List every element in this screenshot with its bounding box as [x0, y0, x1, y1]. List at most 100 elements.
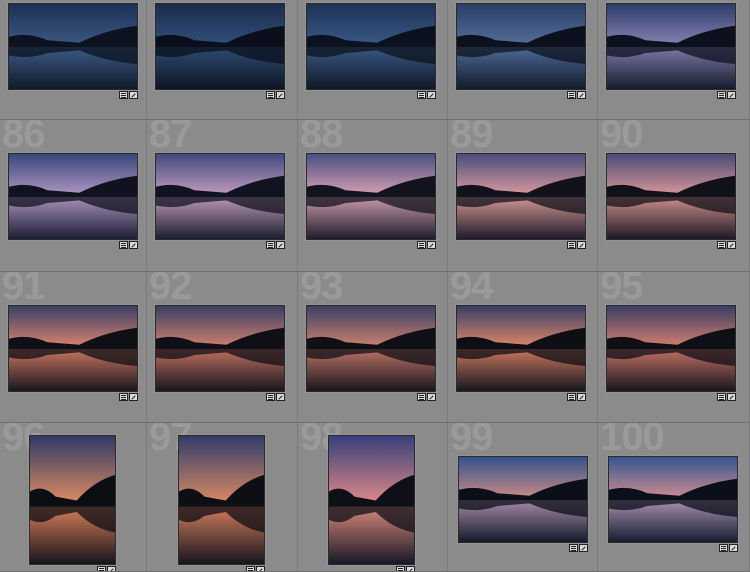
- develop-adjusted-badge-icon[interactable]: [129, 241, 138, 249]
- photo-thumbnail[interactable]: [458, 456, 588, 543]
- photo-cell[interactable]: 96: [0, 423, 147, 572]
- photo-cell[interactable]: [448, 0, 598, 120]
- photo-cell[interactable]: 97: [147, 423, 298, 572]
- develop-adjusted-badge-icon[interactable]: [129, 393, 138, 401]
- photo-cell[interactable]: 88: [298, 120, 448, 272]
- cell-index-number: 91: [2, 272, 45, 308]
- develop-adjusted-badge-icon[interactable]: [577, 91, 586, 99]
- metadata-badge-icon[interactable]: [245, 566, 255, 571]
- thumbnail-badges: [266, 393, 285, 401]
- metadata-badge-icon[interactable]: [569, 544, 578, 552]
- photo-thumbnail[interactable]: [155, 153, 285, 240]
- photo-cell[interactable]: 93: [298, 272, 448, 423]
- metadata-badge-icon[interactable]: [266, 241, 275, 249]
- metadata-badge-icon[interactable]: [119, 91, 128, 99]
- metadata-badge-icon[interactable]: [396, 566, 405, 571]
- photo-cell[interactable]: 98: [298, 423, 448, 572]
- photo-cell[interactable]: [298, 0, 448, 120]
- photo-thumbnail[interactable]: [155, 3, 285, 90]
- metadata-badge-icon[interactable]: [717, 91, 726, 99]
- metadata-badge-icon[interactable]: [717, 393, 726, 401]
- photo-thumbnail[interactable]: [456, 3, 586, 90]
- metadata-badge-icon[interactable]: [719, 544, 728, 552]
- thumbnail-badges: [245, 566, 265, 571]
- thumbnail-badges: [417, 91, 436, 99]
- develop-adjusted-badge-icon[interactable]: [427, 91, 436, 99]
- develop-adjusted-badge-icon[interactable]: [577, 393, 586, 401]
- photo-thumbnail[interactable]: [456, 153, 586, 240]
- photo-thumbnail[interactable]: [306, 153, 436, 240]
- photo-thumbnail[interactable]: [608, 456, 738, 543]
- thumbnail-badges: [719, 544, 738, 552]
- metadata-badge-icon[interactable]: [417, 393, 426, 401]
- develop-adjusted-badge-icon[interactable]: [406, 566, 415, 571]
- metadata-badge-icon[interactable]: [567, 393, 576, 401]
- cell-index-number: 90: [600, 120, 643, 156]
- thumbnail-badges: [717, 91, 736, 99]
- develop-adjusted-badge-icon[interactable]: [276, 91, 285, 99]
- photo-thumbnail[interactable]: [155, 305, 285, 392]
- cell-index-number: 88: [300, 120, 343, 156]
- photo-cell[interactable]: 92: [147, 272, 298, 423]
- develop-adjusted-badge-icon[interactable]: [427, 241, 436, 249]
- thumbnail-badges: [567, 241, 586, 249]
- metadata-badge-icon[interactable]: [417, 241, 426, 249]
- thumbnail-badges: [119, 241, 138, 249]
- metadata-badge-icon[interactable]: [717, 241, 726, 249]
- photo-cell[interactable]: 95: [598, 272, 750, 423]
- photo-thumbnail[interactable]: [8, 153, 138, 240]
- develop-adjusted-badge-icon[interactable]: [727, 91, 736, 99]
- develop-adjusted-badge-icon[interactable]: [727, 241, 736, 249]
- photo-thumbnail[interactable]: [306, 305, 436, 392]
- develop-adjusted-badge-icon[interactable]: [727, 393, 736, 401]
- photo-cell[interactable]: 99: [448, 423, 598, 572]
- metadata-badge-icon[interactable]: [567, 241, 576, 249]
- metadata-badge-icon[interactable]: [119, 241, 128, 249]
- develop-adjusted-badge-icon[interactable]: [579, 544, 588, 552]
- metadata-badge-icon[interactable]: [266, 91, 275, 99]
- photo-cell[interactable]: 87: [147, 120, 298, 272]
- thumbnail-badges: [266, 241, 285, 249]
- photo-thumbnail[interactable]: [606, 153, 736, 240]
- metadata-badge-icon[interactable]: [567, 91, 576, 99]
- photo-thumbnail[interactable]: [8, 3, 138, 90]
- photo-cell[interactable]: 89: [448, 120, 598, 272]
- metadata-badge-icon[interactable]: [96, 566, 106, 571]
- metadata-badge-icon[interactable]: [119, 393, 128, 401]
- develop-adjusted-badge-icon[interactable]: [729, 544, 738, 552]
- photo-cell[interactable]: 86: [0, 120, 147, 272]
- photo-thumbnail[interactable]: [606, 305, 736, 392]
- photo-thumbnail[interactable]: [306, 3, 436, 90]
- metadata-badge-icon[interactable]: [266, 393, 275, 401]
- develop-adjusted-badge-icon[interactable]: [577, 241, 586, 249]
- photo-thumbnail[interactable]: [606, 3, 736, 90]
- photo-cell[interactable]: 100: [598, 423, 750, 572]
- thumbnail-badges: [417, 393, 436, 401]
- thumbnail-badges: [119, 393, 138, 401]
- develop-adjusted-badge-icon[interactable]: [129, 91, 138, 99]
- cell-index-number: 89: [450, 120, 493, 156]
- photo-cell[interactable]: [598, 0, 750, 120]
- develop-adjusted-badge-icon[interactable]: [255, 566, 265, 571]
- cell-index-number: 99: [450, 423, 493, 459]
- thumbnail-badges: [417, 241, 436, 249]
- photo-cell[interactable]: [0, 0, 147, 120]
- thumbnail-badges: [96, 566, 116, 571]
- develop-adjusted-badge-icon[interactable]: [276, 393, 285, 401]
- photo-thumbnail[interactable]: [456, 305, 586, 392]
- photo-cell[interactable]: [147, 0, 298, 120]
- photo-thumbnail[interactable]: [328, 435, 415, 565]
- develop-adjusted-badge-icon[interactable]: [427, 393, 436, 401]
- photo-thumbnail[interactable]: [8, 305, 138, 392]
- photo-cell[interactable]: 94: [448, 272, 598, 423]
- photo-cell[interactable]: 91: [0, 272, 147, 423]
- photo-thumbnail[interactable]: [177, 435, 265, 565]
- develop-adjusted-badge-icon[interactable]: [276, 241, 285, 249]
- metadata-badge-icon[interactable]: [417, 91, 426, 99]
- cell-index-number: 93: [300, 272, 343, 308]
- develop-adjusted-badge-icon[interactable]: [106, 566, 116, 571]
- photo-cell[interactable]: 90: [598, 120, 750, 272]
- photo-thumbnail[interactable]: [28, 435, 116, 565]
- cell-index-number: 100: [600, 423, 665, 459]
- thumbnail-badges: [567, 393, 586, 401]
